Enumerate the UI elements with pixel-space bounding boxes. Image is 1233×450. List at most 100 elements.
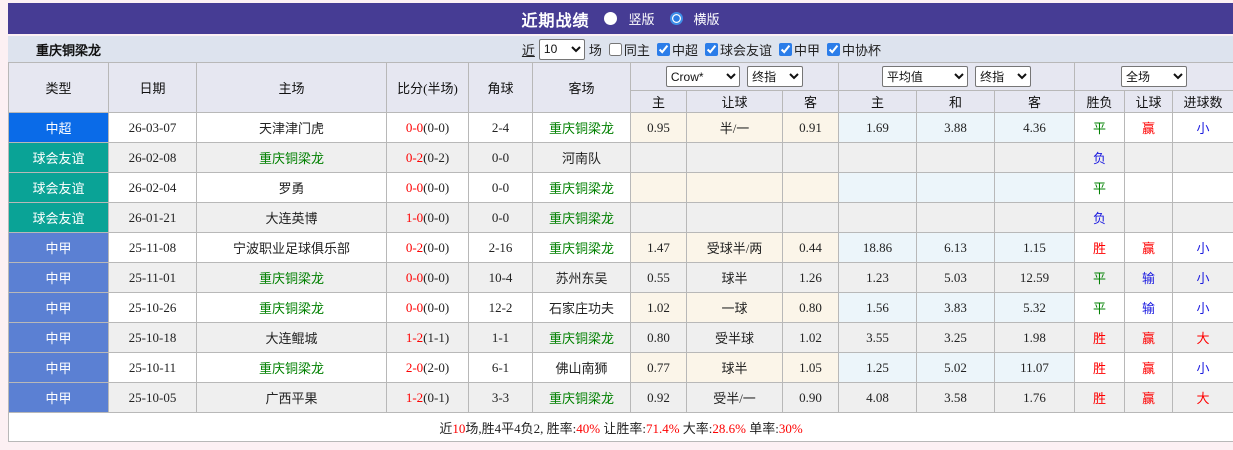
- sub-header-crow-home: 主: [630, 90, 687, 113]
- col-header-away: 客场: [532, 62, 631, 113]
- crow-handicap-cell: 球半: [686, 262, 783, 293]
- outcome-cell: 胜: [1074, 382, 1126, 413]
- away-team-cell: 佛山南狮: [532, 352, 631, 383]
- table-row: 中甲 25-10-18 大连鲲城 1-2(1-1) 1-1 重庆铜梁龙 0.80 受半球 1.0…: [8, 322, 1233, 353]
- corner-cell: 10-4: [468, 262, 533, 293]
- away-team-cell: 重庆铜梁龙: [532, 382, 631, 413]
- score-cell: 0-0(0-0): [386, 262, 469, 293]
- league-type-badge: 球会友谊: [8, 172, 109, 203]
- league-friendly-checkbox[interactable]: [704, 42, 718, 56]
- table-row: 中甲 25-11-01 重庆铜梁龙 0-0(0-0) 10-4 苏州东吴 0.55 球半 1.2…: [8, 262, 1233, 293]
- crow-home-odds-cell: 1.02: [630, 292, 687, 323]
- handicap-result-cell: 赢: [1124, 322, 1174, 353]
- crow-home-odds-cell: [630, 172, 687, 203]
- sub-header-outcome: 胜负: [1074, 90, 1126, 113]
- crow-home-odds-cell: [630, 142, 687, 173]
- goals-result-cell: 大: [1172, 322, 1233, 353]
- crow-away-odds-cell: 0.80: [781, 292, 840, 323]
- average-odds-header-group: 平均值 终指: [838, 62, 1076, 91]
- outcome-cell: 负: [1074, 142, 1126, 173]
- league-super-checkbox[interactable]: [656, 42, 670, 56]
- sub-header-crow-away: 客: [781, 90, 840, 113]
- home-team-cell: 广西平果: [196, 382, 387, 413]
- sub-header-goals: 进球数: [1172, 90, 1233, 113]
- avg-draw-odds-cell: [916, 202, 996, 233]
- corner-cell: 1-1: [468, 322, 533, 353]
- filter-bar: 重庆铜梁龙 近 10 场 同主 中超 球会友谊 中甲 中协杯: [8, 36, 1233, 62]
- corner-cell: 3-3: [468, 382, 533, 413]
- table-row: 中甲 25-10-05 广西平果 1-2(0-1) 3-3 重庆铜梁龙 0.92 受半/一 0.…: [8, 382, 1233, 413]
- goals-result-cell: 小: [1172, 112, 1233, 143]
- goals-result-cell: [1172, 172, 1233, 203]
- avg-away-odds-cell: 12.59: [994, 262, 1076, 293]
- horizontal-layout-label[interactable]: 横版: [694, 9, 720, 28]
- corner-cell: 0-0: [468, 172, 533, 203]
- col-header-type: 类型: [8, 62, 109, 113]
- avg-away-odds-cell: 1.15: [994, 232, 1076, 263]
- away-team-cell: 重庆铜梁龙: [532, 112, 631, 143]
- score-cell: 2-0(2-0): [386, 352, 469, 383]
- final-index-select-1[interactable]: 终指: [747, 66, 804, 87]
- recent-link[interactable]: 近: [522, 40, 535, 59]
- crow-away-odds-cell: 1.02: [781, 322, 840, 353]
- league-friendly-label[interactable]: 球会友谊: [720, 40, 772, 59]
- final-index-select-2[interactable]: 终指: [975, 66, 1032, 87]
- goals-result-cell: 大: [1172, 382, 1233, 413]
- avg-draw-odds-cell: 5.02: [916, 352, 996, 383]
- league-cup-label[interactable]: 中协杯: [842, 40, 881, 59]
- avg-home-odds-cell: 1.23: [838, 262, 918, 293]
- avg-away-odds-cell: 5.32: [994, 292, 1076, 323]
- league-type-badge: 中甲: [8, 322, 109, 353]
- filter-controls: 近 10 场 同主 中超 球会友谊 中甲 中协杯: [522, 38, 881, 60]
- score-cell: 0-0(0-0): [386, 112, 469, 143]
- league-super-label[interactable]: 中超: [672, 40, 698, 59]
- goals-result-cell: 小: [1172, 262, 1233, 293]
- score-cell: 1-0(0-0): [386, 202, 469, 233]
- vertical-layout-label[interactable]: 竖版: [628, 9, 654, 28]
- average-select[interactable]: 平均值: [881, 66, 968, 87]
- away-team-cell: 重庆铜梁龙: [532, 322, 631, 353]
- league-type-badge: 中甲: [8, 262, 109, 293]
- sub-header-avg-draw: 和: [916, 90, 996, 113]
- date-cell: 25-11-01: [108, 262, 197, 293]
- date-cell: 26-02-04: [108, 172, 197, 203]
- team-name: 重庆铜梁龙: [36, 42, 102, 58]
- date-cell: 26-03-07: [108, 112, 197, 143]
- league-one-checkbox[interactable]: [778, 42, 792, 56]
- col-header-corner: 角球: [468, 62, 533, 113]
- same-home-label[interactable]: 同主: [624, 40, 650, 59]
- vertical-layout-radio[interactable]: [604, 12, 618, 25]
- crow-handicap-cell: 受半/一: [686, 382, 783, 413]
- league-type-badge: 球会友谊: [8, 202, 109, 233]
- bookmaker-select[interactable]: Crow*: [665, 66, 740, 87]
- recent-count-select[interactable]: 10: [538, 38, 585, 60]
- crow-away-odds-cell: [781, 172, 840, 203]
- outcome-cell: 平: [1074, 172, 1126, 203]
- score-cell: 0-0(0-0): [386, 172, 469, 203]
- avg-away-odds-cell: 1.98: [994, 322, 1076, 353]
- horizontal-layout-radio[interactable]: [669, 12, 683, 25]
- away-team-cell: 重庆铜梁龙: [532, 172, 631, 203]
- home-team-cell: 宁波职业足球俱乐部: [196, 232, 387, 263]
- outcome-cell: 胜: [1074, 232, 1126, 263]
- same-home-checkbox[interactable]: [608, 42, 622, 56]
- goals-result-cell: 小: [1172, 232, 1233, 263]
- sub-header-avg-home: 主: [838, 90, 918, 113]
- full-match-select[interactable]: 全场: [1121, 66, 1188, 87]
- crow-home-odds-cell: 0.92: [630, 382, 687, 413]
- avg-home-odds-cell: 18.86: [838, 232, 918, 263]
- home-team-cell: 重庆铜梁龙: [196, 352, 387, 383]
- handicap-result-cell: 赢: [1124, 232, 1174, 263]
- avg-home-odds-cell: 1.69: [838, 112, 918, 143]
- crow-away-odds-cell: 0.44: [781, 232, 840, 263]
- title-bar: 近期战绩 竖版 横版: [8, 3, 1233, 34]
- bookmaker-odds-header-group: Crow* 终指: [629, 62, 840, 91]
- date-cell: 25-10-26: [108, 292, 197, 323]
- outcome-cell: 胜: [1074, 352, 1126, 383]
- outcome-cell: 平: [1074, 262, 1126, 293]
- date-cell: 25-10-05: [108, 382, 197, 413]
- crow-handicap-cell: [686, 142, 783, 173]
- league-cup-checkbox[interactable]: [826, 42, 840, 56]
- home-team-cell: 重庆铜梁龙: [196, 142, 387, 173]
- league-one-label[interactable]: 中甲: [794, 40, 820, 59]
